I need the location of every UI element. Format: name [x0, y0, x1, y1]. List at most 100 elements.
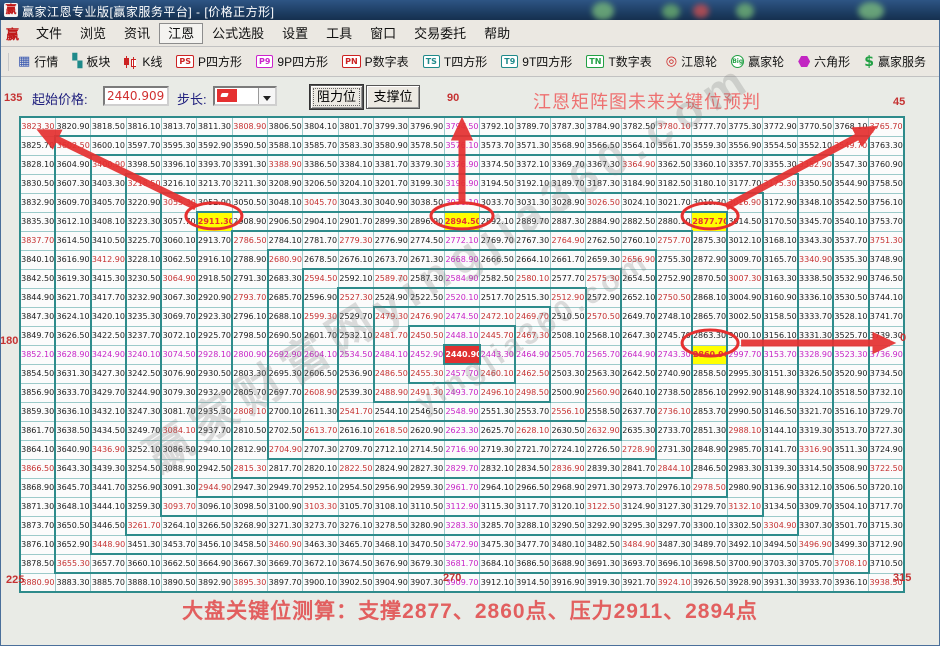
matrix-cell: 3758.50: [869, 174, 904, 193]
big-wheel-icon: Big: [731, 55, 744, 68]
toolbar-label: 江恩轮: [681, 53, 717, 70]
combo-dropdown-button[interactable]: [258, 88, 275, 104]
matrix-cell: 3148.90: [763, 383, 798, 402]
matrix-cell: 2769.70: [480, 231, 515, 250]
matrix-cell: 3144.10: [763, 421, 798, 440]
resistance-button[interactable]: 阻力位: [310, 85, 363, 109]
menu-item-4[interactable]: 江恩: [159, 23, 203, 44]
matrix-cell: 3340.90: [798, 250, 833, 269]
step-combobox[interactable]: [213, 86, 277, 106]
matrix-cell: 2445.70: [480, 326, 515, 345]
matrix-cell: 2944.90: [197, 478, 232, 497]
matrix-cell: 2683.30: [268, 269, 303, 288]
toolbar-button-p-number-table[interactable]: PNP数字表: [335, 50, 416, 74]
matrix-cell: 3585.70: [303, 136, 338, 155]
toolbar-button-sectors[interactable]: ▚板块: [65, 50, 117, 74]
matrix-cell: 3297.70: [656, 516, 691, 535]
matrix-cell: 2968.90: [550, 478, 585, 497]
toolbar-button-winner-service[interactable]: $赢家服务: [857, 50, 933, 74]
matrix-cell: 2884.90: [586, 212, 621, 231]
matrix-cell: 2748.10: [656, 307, 691, 326]
matrix-cell: 3820.90: [55, 117, 90, 136]
matrix-cell: 2793.70: [232, 288, 267, 307]
matrix-cell: 3252.10: [126, 440, 161, 459]
menu-item-6[interactable]: 设置: [273, 23, 317, 44]
matrix-cell: 2500.90: [550, 383, 585, 402]
matrix-cell: 2520.10: [444, 288, 479, 307]
matrix-cell: 3216.10: [161, 174, 196, 193]
matrix-cell: 3655.30: [55, 554, 90, 573]
matrix-cell: 2786.50: [232, 231, 267, 250]
matrix-cell: 3828.10: [20, 155, 55, 174]
matrix-cell: 3110.50: [409, 497, 444, 516]
menu-item-10[interactable]: 帮助: [475, 23, 519, 44]
toolbar-label: 六角形: [814, 53, 850, 70]
toolbar-button-9t-square[interactable]: T99T四方形: [494, 50, 579, 74]
matrix-cell: 3590.50: [232, 136, 267, 155]
matrix-cell: 3391.30: [232, 155, 267, 174]
toolbar-button-kline[interactable]: K线: [117, 50, 169, 74]
menu-item-1[interactable]: 文件: [27, 23, 71, 44]
matrix-cell: 3244.90: [126, 383, 161, 402]
gann-angle-135: 135: [4, 92, 22, 104]
matrix-cell: 3187.30: [586, 174, 621, 193]
toolbar-button-gann-wheel[interactable]: ◎江恩轮: [659, 50, 724, 74]
matrix-cell: 2577.70: [550, 269, 585, 288]
toolbar-button-quotes[interactable]: ▦行情: [11, 50, 65, 74]
matrix-cell: 3900.10: [303, 573, 338, 592]
matrix-cell: 2630.50: [550, 421, 585, 440]
matrix-cell: 3264.10: [161, 516, 196, 535]
matrix-cell: 3528.10: [833, 307, 868, 326]
support-button[interactable]: 支撑位: [366, 85, 420, 109]
matrix-cell: 3360.10: [692, 155, 727, 174]
matrix-cell: 3602.50: [55, 136, 90, 155]
menu-item-8[interactable]: 窗口: [361, 23, 405, 44]
matrix-cell: 3105.70: [338, 497, 373, 516]
matrix-cell: 2457.70: [444, 364, 479, 383]
matrix-cell: 2496.10: [480, 383, 515, 402]
start-price-input[interactable]: [103, 86, 169, 106]
matrix-cell: 3472.90: [444, 535, 479, 554]
toolbar-button-winner-wheel[interactable]: Big赢家轮: [724, 50, 791, 74]
matrix-cell: 3823.30: [20, 117, 55, 136]
pn-badge-icon: PN: [342, 55, 361, 68]
toolbar-label: K线: [142, 53, 162, 70]
menu-item-7[interactable]: 工具: [317, 23, 361, 44]
matrix-cell: 2851.30: [692, 421, 727, 440]
menu-item-9[interactable]: 交易委托: [405, 23, 475, 44]
matrix-cell: 3916.90: [550, 573, 585, 592]
matrix-cell: 3369.70: [550, 155, 585, 174]
matrix-cell: 3612.10: [55, 212, 90, 231]
toolbar-button-9p-square[interactable]: P99P四方形: [249, 50, 335, 74]
matrix-cell: 3542.50: [833, 193, 868, 212]
matrix-cell: 3912.10: [480, 573, 515, 592]
toolbar-button-t-square[interactable]: TST四方形: [416, 50, 495, 74]
matrix-cell: 2858.50: [692, 364, 727, 383]
matrix-cell: 2865.70: [692, 307, 727, 326]
matrix-cell: 2647.30: [621, 326, 656, 345]
matrix-cell: 3184.90: [621, 174, 656, 193]
matrix-cell: 3535.30: [833, 250, 868, 269]
matrix-cell: 3777.70: [692, 117, 727, 136]
toolbar-button-hexagon[interactable]: 六角形: [791, 50, 857, 74]
matrix-cell: 3069.70: [161, 307, 196, 326]
matrix-title: 江恩矩阵图未来关键位预判: [533, 88, 761, 114]
toolbar-button-t-number-table[interactable]: TNT数字表: [579, 50, 659, 74]
matrix-cell: 2853.70: [692, 402, 727, 421]
menu-item-3[interactable]: 资讯: [115, 23, 159, 44]
toolbar-button-p-square[interactable]: PSP四方形: [169, 50, 249, 74]
matrix-cell: 3196.90: [444, 174, 479, 193]
matrix-cell: 3914.50: [515, 573, 550, 592]
blocks-icon: ▚: [72, 55, 82, 69]
matrix-cell: 2680.90: [268, 250, 303, 269]
titlebar-decoration: [858, 2, 884, 20]
matrix-cell: 3808.90: [232, 117, 267, 136]
matrix-cell: 3919.30: [586, 573, 621, 592]
matrix-cell: 3928.90: [727, 573, 762, 592]
menu-logo-icon: 赢: [6, 24, 19, 43]
matrix-cell: 3873.70: [20, 516, 55, 535]
menu-item-2[interactable]: 浏览: [71, 23, 115, 44]
matrix-cell: 2731.30: [656, 440, 691, 459]
matrix-cell: 3492.10: [727, 535, 762, 554]
menu-item-5[interactable]: 公式选股: [203, 23, 273, 44]
